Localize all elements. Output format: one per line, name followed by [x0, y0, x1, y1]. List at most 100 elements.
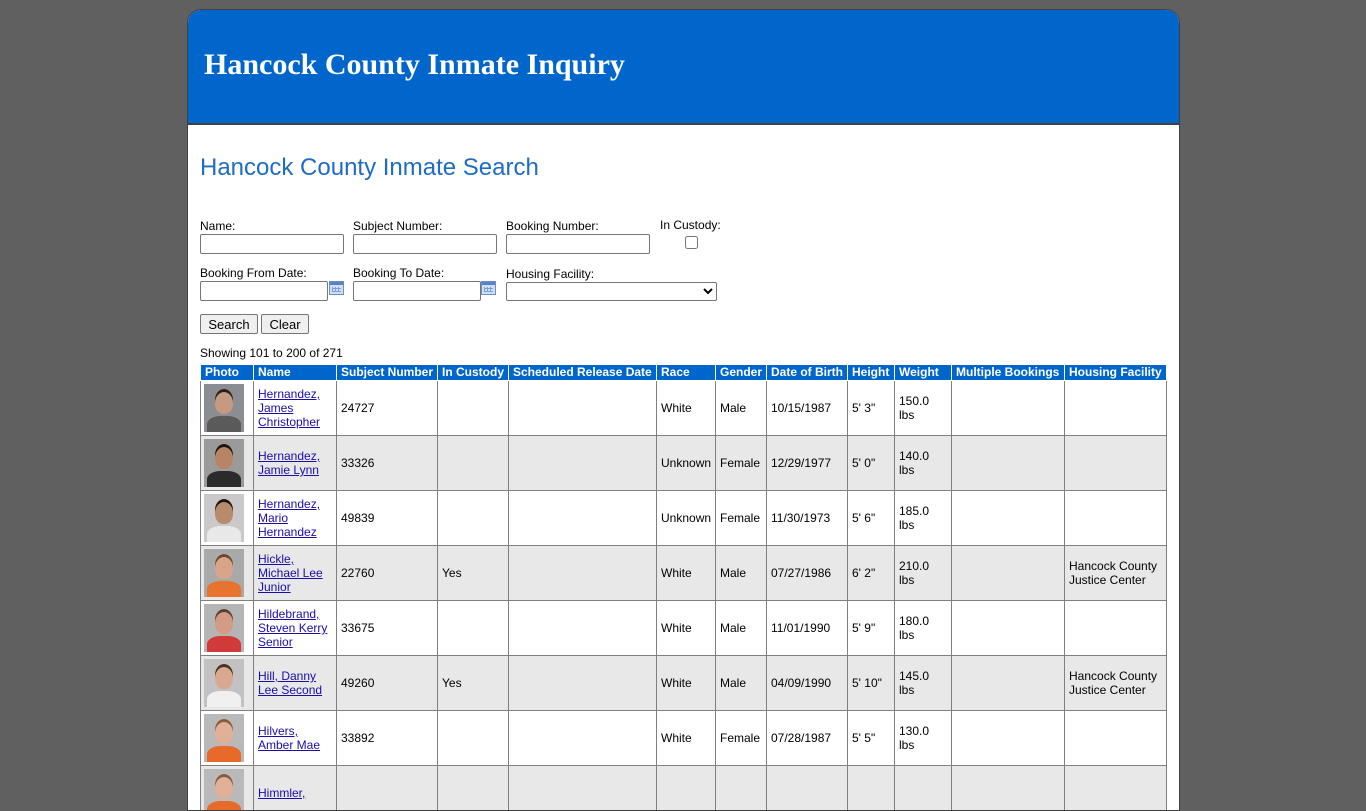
in-custody-label: In Custody:	[660, 218, 721, 232]
to-date-field-group: Booking To Date:	[353, 266, 481, 301]
inmate-photo[interactable]	[204, 769, 244, 811]
race-cell: White	[657, 546, 716, 601]
results-table: PhotoNameSubject NumberIn CustodySchedul…	[200, 364, 1167, 811]
column-header-weight: Weight	[895, 365, 952, 381]
column-header-subject-number: Subject Number	[337, 365, 438, 381]
subject-number-cell: 33675	[337, 601, 438, 656]
header-banner: Hancock County Inmate Inquiry	[188, 10, 1179, 125]
dob-cell: 10/15/1987	[767, 381, 848, 436]
height-cell: 5' 0"	[848, 436, 895, 491]
photo-face	[215, 777, 233, 799]
table-body: Hernandez, James Christopher24727WhiteMa…	[201, 381, 1167, 811]
housing-facility-cell: Hancock County Justice Center	[1065, 656, 1167, 711]
weight-cell: 130.0 lbs	[895, 711, 952, 766]
booking-to-date-input[interactable]	[353, 281, 481, 301]
column-header-name: Name	[254, 365, 337, 381]
booking-field-group: Booking Number:	[506, 219, 650, 254]
inmate-photo[interactable]	[204, 714, 244, 762]
site-title: Hancock County Inmate Inquiry	[204, 48, 625, 82]
dob-cell: 04/09/1990	[767, 656, 848, 711]
facility-field-group: Housing Facility:	[506, 267, 717, 301]
inmate-name-link[interactable]: Hernandez, Jamie Lynn	[258, 449, 320, 477]
gender-cell: Female	[716, 491, 767, 546]
weight-cell: 180.0 lbs	[895, 601, 952, 656]
from-date-field-group: Booking From Date:	[200, 266, 328, 301]
inmate-photo[interactable]	[204, 384, 244, 432]
table-row: Hildebrand, Steven Kerry Senior33675Whit…	[201, 601, 1167, 656]
release-date-cell	[509, 491, 657, 546]
race-cell: Unknown	[657, 436, 716, 491]
weight-cell	[895, 766, 952, 811]
dob-cell: 07/27/1986	[767, 546, 848, 601]
table-row: Hernandez, Mario Hernandez49839UnknownFe…	[201, 491, 1167, 546]
inmate-name-link[interactable]: Hildebrand, Steven Kerry Senior	[258, 607, 327, 649]
inmate-photo[interactable]	[204, 549, 244, 597]
inmate-name-link[interactable]: Hernandez, Mario Hernandez	[258, 497, 320, 539]
housing-facility-cell	[1065, 491, 1167, 546]
weight-cell: 140.0 lbs	[895, 436, 952, 491]
booking-number-input[interactable]	[506, 234, 650, 254]
photo-shirt	[207, 526, 241, 542]
weight-cell: 185.0 lbs	[895, 491, 952, 546]
page-title: Hancock County Inmate Search	[200, 154, 539, 182]
inmate-photo[interactable]	[204, 439, 244, 487]
clear-button[interactable]: Clear	[261, 314, 309, 334]
name-cell: Hernandez, Mario Hernandez	[254, 491, 337, 546]
results-count: Showing 101 to 200 of 271	[200, 346, 343, 360]
name-cell: Hickle, Michael Lee Junior	[254, 546, 337, 601]
calendar-icon[interactable]	[481, 281, 496, 295]
table-row: Hilvers, Amber Mae33892WhiteFemale07/28/…	[201, 711, 1167, 766]
photo-cell	[201, 436, 254, 491]
name-field-group: Name:	[200, 219, 344, 254]
inmate-name-link[interactable]: Hill, Danny Lee Second	[258, 669, 322, 697]
inmate-name-link[interactable]: Hickle, Michael Lee Junior	[258, 552, 323, 594]
booking-from-date-input[interactable]	[200, 281, 328, 301]
inmate-name-link[interactable]: Hilvers, Amber Mae	[258, 724, 320, 752]
housing-facility-label: Housing Facility:	[506, 267, 717, 281]
inmate-photo[interactable]	[204, 659, 244, 707]
calendar-icon[interactable]	[329, 281, 344, 295]
inmate-name-link[interactable]: Hernandez, James Christopher	[258, 387, 320, 429]
in-custody-cell: Yes	[438, 656, 509, 711]
name-cell: Hilvers, Amber Mae	[254, 711, 337, 766]
in-custody-cell: Yes	[438, 546, 509, 601]
multiple-bookings-cell	[952, 546, 1065, 601]
inmate-photo[interactable]	[204, 494, 244, 542]
photo-face	[215, 557, 233, 579]
photo-shirt	[207, 691, 241, 707]
subject-number-cell: 22760	[337, 546, 438, 601]
name-input[interactable]	[200, 234, 344, 254]
housing-facility-cell	[1065, 766, 1167, 811]
name-cell: Hernandez, Jamie Lynn	[254, 436, 337, 491]
inmate-name-link[interactable]: Himmler,	[258, 786, 305, 800]
height-cell: 5' 9"	[848, 601, 895, 656]
housing-facility-select[interactable]	[506, 282, 717, 301]
race-cell: Unknown	[657, 491, 716, 546]
search-button[interactable]: Search	[200, 314, 258, 334]
column-header-dob: Date of Birth	[767, 365, 848, 381]
race-cell	[657, 766, 716, 811]
subject-number-cell	[337, 766, 438, 811]
table-row: Hernandez, James Christopher24727WhiteMa…	[201, 381, 1167, 436]
multiple-bookings-cell	[952, 436, 1065, 491]
subject-number-label: Subject Number:	[353, 219, 497, 233]
race-cell: White	[657, 656, 716, 711]
in-custody-cell	[438, 381, 509, 436]
height-cell: 5' 3"	[848, 381, 895, 436]
in-custody-checkbox[interactable]	[685, 236, 698, 249]
weight-cell: 145.0 lbs	[895, 656, 952, 711]
subject-number-input[interactable]	[353, 234, 497, 254]
gender-cell: Male	[716, 546, 767, 601]
housing-facility-cell	[1065, 601, 1167, 656]
in-custody-cell	[438, 711, 509, 766]
gender-cell: Female	[716, 711, 767, 766]
photo-face	[215, 502, 233, 524]
name-cell: Hildebrand, Steven Kerry Senior	[254, 601, 337, 656]
in-custody-cell	[438, 601, 509, 656]
inmate-photo[interactable]	[204, 604, 244, 652]
release-date-cell	[509, 601, 657, 656]
housing-facility-cell	[1065, 436, 1167, 491]
photo-cell	[201, 381, 254, 436]
release-date-cell	[509, 546, 657, 601]
column-header-release-date: Scheduled Release Date	[509, 365, 657, 381]
